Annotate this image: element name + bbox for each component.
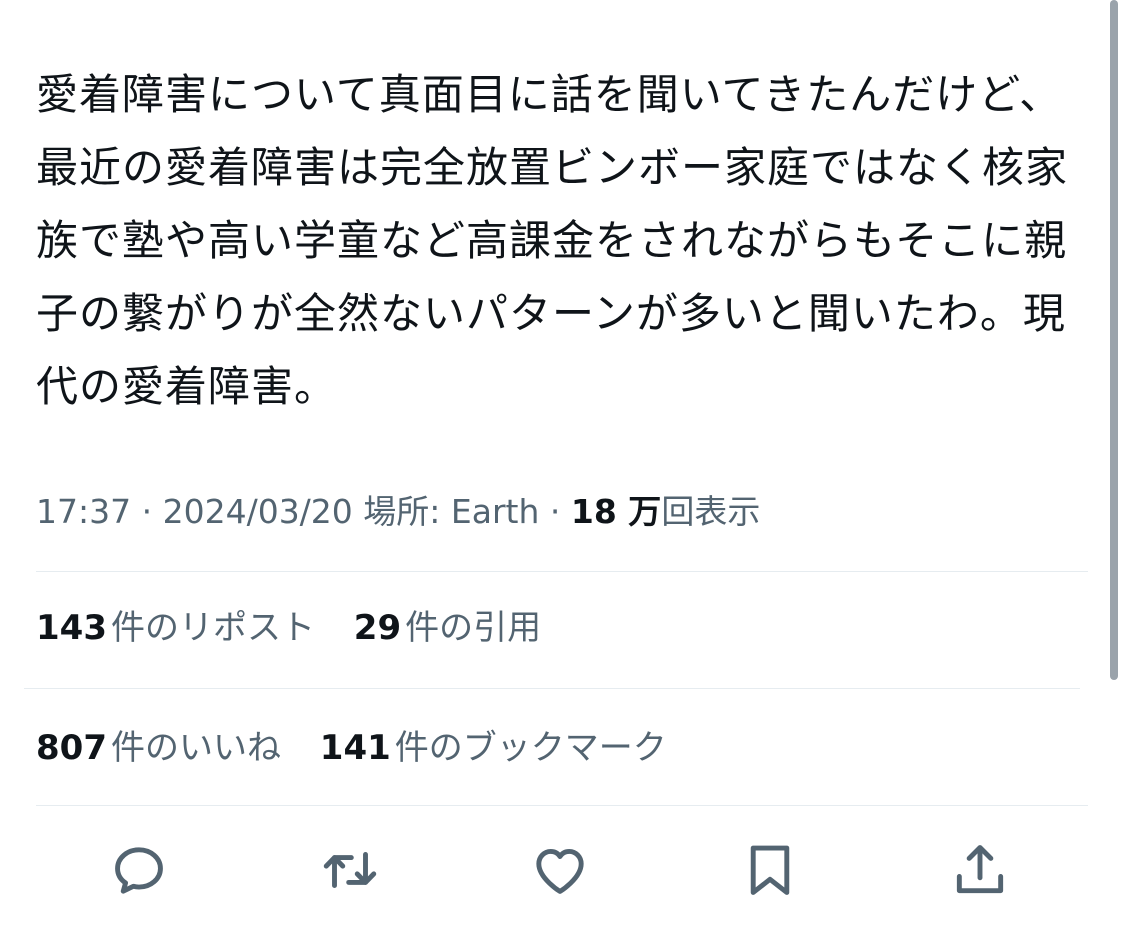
views-label: 回表示 bbox=[661, 492, 761, 531]
reposts-stat[interactable]: 143 件のリポスト bbox=[36, 602, 315, 654]
likes-stat[interactable]: 807 件のいいね bbox=[36, 722, 281, 774]
likes-label: 件のいいね bbox=[110, 728, 281, 768]
divider bbox=[36, 805, 1088, 806]
stats-row-reposts: 143 件のリポスト 29 件の引用 bbox=[36, 602, 569, 654]
reposts-count: 143 bbox=[36, 608, 107, 648]
share-icon bbox=[956, 845, 1004, 894]
tweet-time[interactable]: 17:37 bbox=[36, 492, 131, 531]
repost-button[interactable] bbox=[318, 838, 382, 902]
tweet-location: 場所: Earth bbox=[363, 492, 540, 531]
bookmarks-label: 件のブックマーク bbox=[394, 728, 667, 768]
tweet-text: 愛着障害について真面目に話を聞いてきたんだけど、最近の愛着障害は完全放置ビンボー… bbox=[36, 70, 1069, 411]
tweet-date[interactable]: 2024/03/20 bbox=[163, 492, 353, 531]
meta-separator: · bbox=[539, 492, 571, 531]
likes-count: 807 bbox=[36, 728, 107, 768]
meta-separator: · bbox=[131, 492, 163, 531]
heart-icon bbox=[536, 848, 584, 894]
reposts-label: 件のリポスト bbox=[110, 608, 315, 648]
reply-button[interactable] bbox=[107, 838, 171, 902]
divider bbox=[24, 688, 1080, 689]
quotes-label: 件の引用 bbox=[405, 608, 542, 648]
stats-row-likes: 807 件のいいね 141 件のブックマーク bbox=[36, 722, 695, 774]
bookmark-icon bbox=[750, 845, 790, 895]
bookmark-button[interactable] bbox=[738, 838, 802, 902]
scrollbar[interactable] bbox=[1110, 0, 1118, 680]
repost-icon bbox=[323, 852, 377, 888]
share-button[interactable] bbox=[948, 838, 1012, 902]
views-count: 18 万 bbox=[570, 492, 662, 531]
action-bar bbox=[0, 838, 1124, 908]
divider bbox=[36, 571, 1088, 572]
quotes-stat[interactable]: 29 件の引用 bbox=[354, 602, 541, 654]
tweet-meta: 17:37 · 2024/03/20 場所: Earth · 18 万回表示 bbox=[36, 486, 760, 538]
bookmarks-count: 141 bbox=[319, 728, 391, 768]
reply-icon bbox=[115, 847, 163, 894]
like-button[interactable] bbox=[528, 838, 592, 902]
quotes-count: 29 bbox=[353, 608, 402, 648]
bookmarks-stat[interactable]: 141 件のブックマーク bbox=[320, 722, 667, 774]
